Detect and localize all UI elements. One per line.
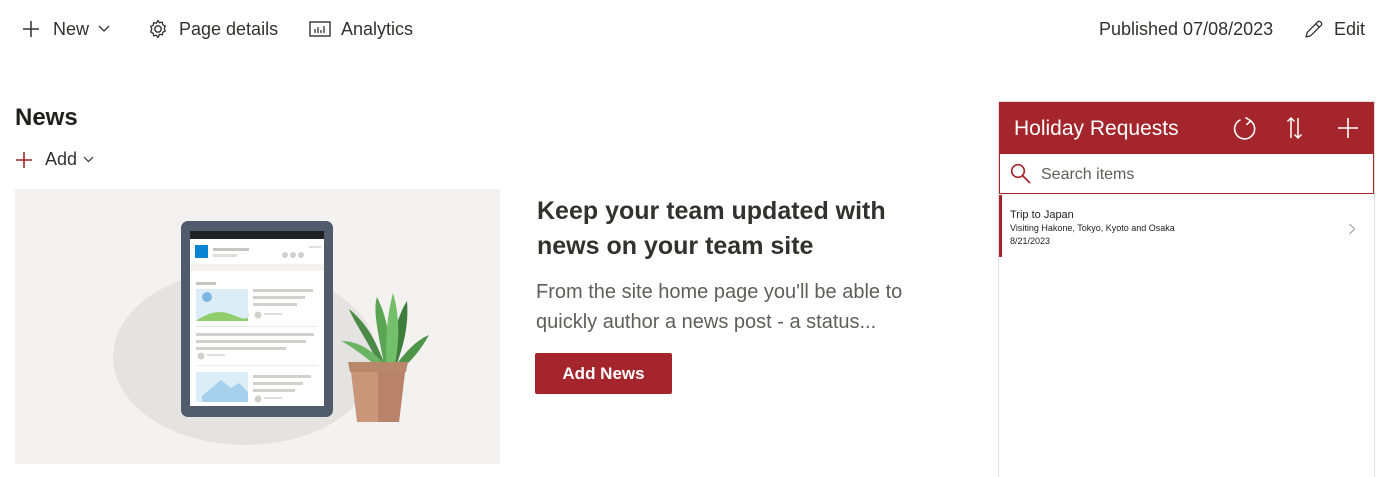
holiday-requests-panel: Holiday Requests Search items Trip to Ja…: [998, 101, 1375, 477]
command-bar: New Page details Analytics Published 07/…: [0, 0, 1390, 58]
analytics-icon: [309, 21, 331, 37]
news-headline: Keep your team updated with news on your…: [537, 197, 886, 260]
new-button[interactable]: New: [22, 16, 110, 42]
add-news-menu[interactable]: Add: [15, 149, 94, 170]
chevron-right-icon: [1349, 223, 1356, 235]
add-news-button[interactable]: Add News: [535, 353, 672, 394]
add-item-icon[interactable]: [1337, 117, 1359, 139]
page-details-button[interactable]: Page details: [147, 16, 278, 42]
chevron-down-icon: [98, 25, 110, 32]
pencil-icon: [1305, 20, 1323, 38]
gear-icon: [150, 19, 166, 39]
search-icon: [1010, 163, 1031, 184]
published-status: Published 07/08/2023: [1099, 16, 1273, 42]
list-item[interactable]: Trip to Japan Visiting Hakone, Tokyo, Ky…: [999, 195, 1374, 257]
sort-icon[interactable]: [1286, 115, 1304, 141]
item-subtitle: Visiting Hakone, Tokyo, Kyoto and Osaka: [1010, 223, 1175, 233]
news-description: From the site home page you'll be able t…: [536, 281, 903, 333]
holiday-requests-header: Holiday Requests: [999, 102, 1374, 153]
holiday-requests-title: Holiday Requests: [1014, 117, 1179, 140]
analytics-label: Analytics: [341, 18, 414, 39]
plus-icon: [16, 151, 32, 168]
news-placeholder-illustration: [15, 189, 500, 464]
item-date: 8/21/2023: [1010, 236, 1051, 246]
news-title: News: [15, 104, 78, 131]
edit-label: Edit: [1334, 18, 1366, 39]
chevron-down-icon: [83, 156, 94, 163]
tablet-plant-illustration: [113, 221, 429, 445]
item-title: Trip to Japan: [1010, 209, 1074, 221]
refresh-icon[interactable]: [1231, 115, 1259, 143]
add-label: Add: [45, 149, 78, 169]
analytics-button[interactable]: Analytics: [309, 16, 413, 42]
published-text: Published 07/08/2023: [1099, 18, 1274, 39]
page-details-label: Page details: [179, 18, 279, 39]
plus-icon: [23, 21, 39, 37]
search-box[interactable]: Search items: [999, 153, 1374, 194]
search-placeholder: Search items: [1041, 166, 1135, 183]
edit-button[interactable]: Edit: [1303, 16, 1365, 42]
new-label: New: [53, 18, 90, 39]
